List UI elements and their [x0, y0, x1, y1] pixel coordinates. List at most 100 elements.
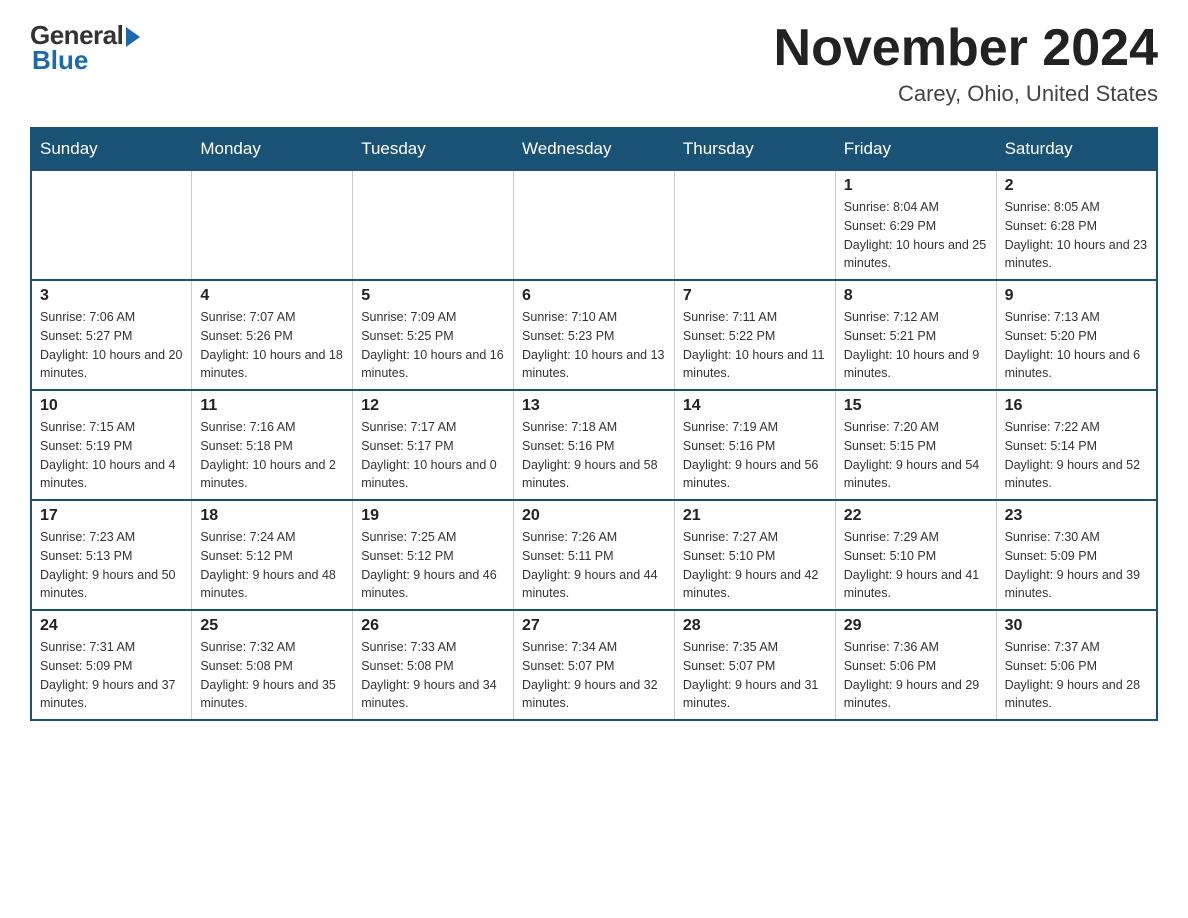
day-number: 10	[40, 397, 183, 415]
location-text: Carey, Ohio, United States	[774, 81, 1158, 107]
day-number: 15	[844, 397, 988, 415]
calendar-cell: 30 Sunrise: 7:37 AMSunset: 5:06 PMDayligh…	[996, 610, 1157, 720]
day-number: 26	[361, 617, 505, 635]
calendar-cell	[192, 170, 353, 280]
day-info: Sunrise: 7:32 AMSunset: 5:08 PMDaylight:…	[200, 638, 344, 713]
title-section: November 2024 Carey, Ohio, United States	[774, 20, 1158, 107]
weekday-header-thursday: Thursday	[674, 128, 835, 170]
day-number: 18	[200, 507, 344, 525]
day-number: 7	[683, 287, 827, 305]
day-info: Sunrise: 7:26 AMSunset: 5:11 PMDaylight:…	[522, 528, 666, 603]
calendar-cell: 21 Sunrise: 7:27 AMSunset: 5:10 PMDayligh…	[674, 500, 835, 610]
calendar-cell: 2 Sunrise: 8:05 AMSunset: 6:28 PMDaylight…	[996, 170, 1157, 280]
calendar-cell: 3 Sunrise: 7:06 AMSunset: 5:27 PMDaylight…	[31, 280, 192, 390]
day-info: Sunrise: 7:07 AMSunset: 5:26 PMDaylight:…	[200, 308, 344, 383]
day-info: Sunrise: 7:31 AMSunset: 5:09 PMDaylight:…	[40, 638, 183, 713]
calendar-cell: 28 Sunrise: 7:35 AMSunset: 5:07 PMDayligh…	[674, 610, 835, 720]
day-number: 22	[844, 507, 988, 525]
day-number: 5	[361, 287, 505, 305]
day-info: Sunrise: 7:12 AMSunset: 5:21 PMDaylight:…	[844, 308, 988, 383]
day-info: Sunrise: 7:34 AMSunset: 5:07 PMDaylight:…	[522, 638, 666, 713]
day-number: 8	[844, 287, 988, 305]
day-info: Sunrise: 7:09 AMSunset: 5:25 PMDaylight:…	[361, 308, 505, 383]
day-number: 16	[1005, 397, 1148, 415]
day-info: Sunrise: 8:04 AMSunset: 6:29 PMDaylight:…	[844, 198, 988, 273]
day-number: 19	[361, 507, 505, 525]
calendar-cell: 13 Sunrise: 7:18 AMSunset: 5:16 PMDayligh…	[514, 390, 675, 500]
day-info: Sunrise: 7:33 AMSunset: 5:08 PMDaylight:…	[361, 638, 505, 713]
day-number: 30	[1005, 617, 1148, 635]
day-info: Sunrise: 7:15 AMSunset: 5:19 PMDaylight:…	[40, 418, 183, 493]
day-info: Sunrise: 8:05 AMSunset: 6:28 PMDaylight:…	[1005, 198, 1148, 273]
calendar-cell: 6Sunrise: 7:10 AMSunset: 5:23 PMDaylight…	[514, 280, 675, 390]
day-number: 3	[40, 287, 183, 305]
weekday-header-sunday: Sunday	[31, 128, 192, 170]
calendar-week-row: 17 Sunrise: 7:23 AMSunset: 5:13 PMDayligh…	[31, 500, 1157, 610]
day-number: 23	[1005, 507, 1148, 525]
day-number: 9	[1005, 287, 1148, 305]
calendar-cell: 17 Sunrise: 7:23 AMSunset: 5:13 PMDayligh…	[31, 500, 192, 610]
calendar-week-row: 1 Sunrise: 8:04 AMSunset: 6:29 PMDaylight…	[31, 170, 1157, 280]
calendar-cell	[674, 170, 835, 280]
calendar-week-row: 10 Sunrise: 7:15 AMSunset: 5:19 PMDayligh…	[31, 390, 1157, 500]
day-info: Sunrise: 7:35 AMSunset: 5:07 PMDaylight:…	[683, 638, 827, 713]
calendar-cell: 26 Sunrise: 7:33 AMSunset: 5:08 PMDayligh…	[353, 610, 514, 720]
calendar-cell	[31, 170, 192, 280]
day-number: 21	[683, 507, 827, 525]
day-info: Sunrise: 7:37 AMSunset: 5:06 PMDaylight:…	[1005, 638, 1148, 713]
weekday-header-row: SundayMondayTuesdayWednesdayThursdayFrid…	[31, 128, 1157, 170]
calendar-cell: 20 Sunrise: 7:26 AMSunset: 5:11 PMDayligh…	[514, 500, 675, 610]
day-number: 25	[200, 617, 344, 635]
day-info: Sunrise: 7:30 AMSunset: 5:09 PMDaylight:…	[1005, 528, 1148, 603]
day-info: Sunrise: 7:24 AMSunset: 5:12 PMDaylight:…	[200, 528, 344, 603]
calendar-cell: 4 Sunrise: 7:07 AMSunset: 5:26 PMDaylight…	[192, 280, 353, 390]
day-info: Sunrise: 7:23 AMSunset: 5:13 PMDaylight:…	[40, 528, 183, 603]
calendar-cell	[514, 170, 675, 280]
logo: General Blue	[30, 20, 140, 76]
calendar-cell: 29 Sunrise: 7:36 AMSunset: 5:06 PMDayligh…	[835, 610, 996, 720]
day-number: 17	[40, 507, 183, 525]
day-number: 29	[844, 617, 988, 635]
day-info: Sunrise: 7:22 AMSunset: 5:14 PMDaylight:…	[1005, 418, 1148, 493]
calendar-cell: 7Sunrise: 7:11 AMSunset: 5:22 PMDaylight…	[674, 280, 835, 390]
month-title: November 2024	[774, 20, 1158, 77]
calendar-cell: 24Sunrise: 7:31 AMSunset: 5:09 PMDayligh…	[31, 610, 192, 720]
weekday-header-wednesday: Wednesday	[514, 128, 675, 170]
calendar-week-row: 24Sunrise: 7:31 AMSunset: 5:09 PMDayligh…	[31, 610, 1157, 720]
calendar-week-row: 3 Sunrise: 7:06 AMSunset: 5:27 PMDaylight…	[31, 280, 1157, 390]
calendar-cell: 22Sunrise: 7:29 AMSunset: 5:10 PMDayligh…	[835, 500, 996, 610]
day-number: 28	[683, 617, 827, 635]
calendar-cell: 15 Sunrise: 7:20 AMSunset: 5:15 PMDayligh…	[835, 390, 996, 500]
day-info: Sunrise: 7:36 AMSunset: 5:06 PMDaylight:…	[844, 638, 988, 713]
day-info: Sunrise: 7:27 AMSunset: 5:10 PMDaylight:…	[683, 528, 827, 603]
calendar-cell: 12 Sunrise: 7:17 AMSunset: 5:17 PMDayligh…	[353, 390, 514, 500]
calendar-cell: 25 Sunrise: 7:32 AMSunset: 5:08 PMDayligh…	[192, 610, 353, 720]
calendar-cell: 5 Sunrise: 7:09 AMSunset: 5:25 PMDaylight…	[353, 280, 514, 390]
day-info: Sunrise: 7:18 AMSunset: 5:16 PMDaylight:…	[522, 418, 666, 493]
weekday-header-tuesday: Tuesday	[353, 128, 514, 170]
day-number: 12	[361, 397, 505, 415]
weekday-header-saturday: Saturday	[996, 128, 1157, 170]
calendar-cell: 9Sunrise: 7:13 AMSunset: 5:20 PMDaylight…	[996, 280, 1157, 390]
calendar-cell: 14Sunrise: 7:19 AMSunset: 5:16 PMDayligh…	[674, 390, 835, 500]
day-info: Sunrise: 7:17 AMSunset: 5:17 PMDaylight:…	[361, 418, 505, 493]
day-info: Sunrise: 7:16 AMSunset: 5:18 PMDaylight:…	[200, 418, 344, 493]
day-number: 20	[522, 507, 666, 525]
day-number: 6	[522, 287, 666, 305]
calendar-cell: 27Sunrise: 7:34 AMSunset: 5:07 PMDayligh…	[514, 610, 675, 720]
day-number: 2	[1005, 177, 1148, 195]
day-info: Sunrise: 7:06 AMSunset: 5:27 PMDaylight:…	[40, 308, 183, 383]
day-number: 13	[522, 397, 666, 415]
calendar-cell: 1 Sunrise: 8:04 AMSunset: 6:29 PMDaylight…	[835, 170, 996, 280]
day-number: 4	[200, 287, 344, 305]
calendar-cell: 8 Sunrise: 7:12 AMSunset: 5:21 PMDaylight…	[835, 280, 996, 390]
day-number: 14	[683, 397, 827, 415]
calendar-cell: 18 Sunrise: 7:24 AMSunset: 5:12 PMDayligh…	[192, 500, 353, 610]
calendar-cell: 10 Sunrise: 7:15 AMSunset: 5:19 PMDayligh…	[31, 390, 192, 500]
logo-blue-text: Blue	[32, 45, 88, 76]
weekday-header-monday: Monday	[192, 128, 353, 170]
day-number: 11	[200, 397, 344, 415]
day-number: 1	[844, 177, 988, 195]
calendar-cell: 23 Sunrise: 7:30 AMSunset: 5:09 PMDayligh…	[996, 500, 1157, 610]
day-info: Sunrise: 7:20 AMSunset: 5:15 PMDaylight:…	[844, 418, 988, 493]
